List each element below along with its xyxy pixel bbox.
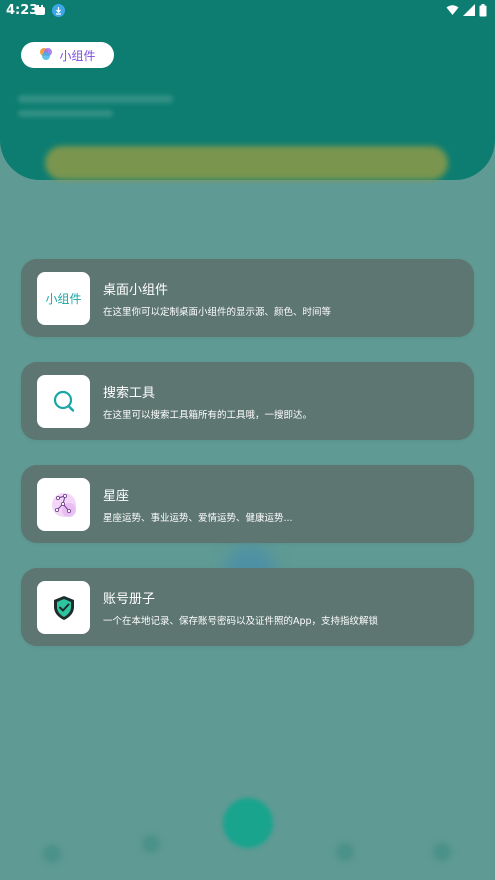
shield-check-icon	[37, 581, 90, 634]
widget-chip[interactable]: 小组件	[21, 42, 114, 68]
background-fab	[223, 798, 273, 848]
desktop-widget-icon-text: 小组件	[45, 292, 82, 306]
card-desktop-widget[interactable]: 小组件 桌面小组件 在这里你可以定制桌面小组件的显示源、颜色、时间等	[21, 259, 474, 337]
app-logo-icon	[39, 46, 53, 65]
desktop-widget-icon: 小组件	[37, 272, 90, 325]
background-nav-icon	[336, 843, 354, 861]
background-text-blur	[18, 110, 113, 117]
wifi-icon	[446, 4, 459, 21]
card-title: 搜索工具	[103, 386, 156, 401]
widget-chip-label: 小组件	[59, 48, 96, 63]
background-nav-icon	[433, 843, 451, 861]
card-title: 星座	[103, 489, 130, 504]
card-account-book[interactable]: 账号册子 一个在本地记录、保存账号密码以及证件照的App，支持指纹解锁	[21, 568, 474, 646]
card-title: 桌面小组件	[103, 283, 169, 298]
background-nav-icon	[43, 845, 61, 863]
card-description: 一个在本地记录、保存账号密码以及证件照的App，支持指纹解锁	[103, 616, 379, 627]
download-icon	[52, 4, 65, 21]
card-search-tools[interactable]: 搜索工具 在这里可以搜索工具箱所有的工具哦，一搜即达。	[21, 362, 474, 440]
search-icon	[37, 375, 90, 428]
background-nav-icon	[142, 835, 160, 853]
battery-icon	[479, 4, 487, 21]
card-description: 在这里你可以定制桌面小组件的显示源、颜色、时间等	[103, 307, 332, 318]
card-description: 星座运势、事业运势、爱情运势、健康运势...	[103, 513, 293, 524]
status-bar: 4:23	[0, 0, 495, 22]
card-constellation[interactable]: 星座 星座运势、事业运势、爱情运势、健康运势...	[21, 465, 474, 543]
card-description: 在这里可以搜索工具箱所有的工具哦，一搜即达。	[103, 410, 313, 421]
notification-icon	[34, 4, 46, 20]
background-pill	[45, 146, 448, 180]
constellation-icon	[37, 478, 90, 531]
background-app	[0, 0, 495, 880]
status-right-icons	[446, 4, 487, 21]
signal-icon	[463, 4, 475, 21]
card-title: 账号册子	[103, 592, 156, 607]
background-text-blur	[18, 95, 173, 103]
